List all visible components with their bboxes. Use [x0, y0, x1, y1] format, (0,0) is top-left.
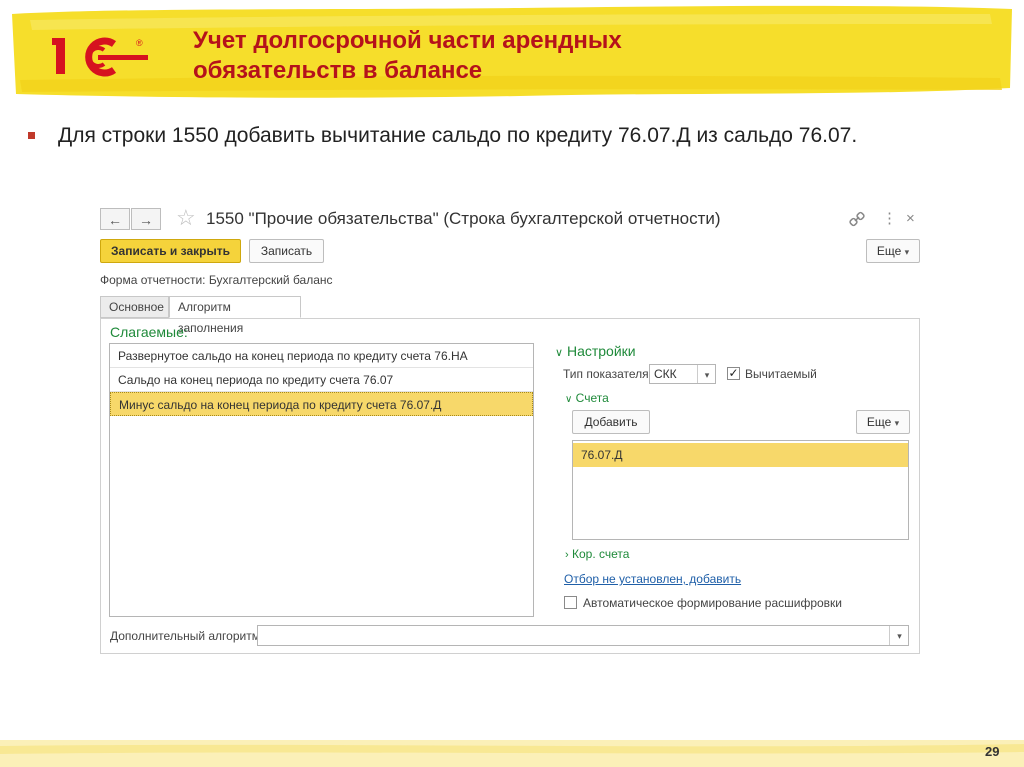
settings-heading: Настройки: [566, 343, 636, 359]
logo-registered-mark: ®: [136, 38, 143, 48]
favorite-star-icon[interactable]: ☆: [176, 206, 196, 230]
chevron-down-icon: ∨: [555, 347, 564, 359]
terms-row-selected[interactable]: Минус сальдо на конец периода по кредиту…: [110, 392, 533, 416]
checkmark-icon: ✓: [728, 366, 739, 380]
slide-title: Учет долгосрочной части арендных обязате…: [193, 26, 622, 86]
link-icon[interactable]: [849, 211, 865, 227]
footer-band: [0, 740, 1024, 767]
auto-decode-checkbox[interactable]: [564, 596, 577, 609]
window-title: 1550 "Прочие обязательства" (Строка бухг…: [206, 209, 721, 228]
additional-algorithm-label: Дополнительный алгоритм:: [110, 629, 264, 643]
terms-heading: Слагаемые:: [110, 324, 188, 340]
save-button[interactable]: Записать: [249, 239, 324, 263]
report-form-label: Форма отчетности:: [100, 273, 206, 287]
dropdown-chevron-icon[interactable]: ▾: [697, 365, 716, 383]
add-account-button[interactable]: Добавить: [572, 410, 650, 434]
slide-title-line1: Учет долгосрочной части арендных: [193, 27, 622, 54]
subtract-checkbox[interactable]: ✓: [727, 367, 740, 380]
report-form-field: Форма отчетности: Бухгалтерский баланс: [100, 272, 333, 288]
tab-fill-algorithm[interactable]: Алгоритм заполнения: [169, 296, 301, 335]
forward-button[interactable]: →: [131, 208, 161, 230]
chevron-down-icon: ∨: [565, 394, 573, 405]
settings-group[interactable]: ∨ Настройки: [555, 343, 636, 359]
chevron-down-icon: ▾: [904, 247, 910, 257]
chevron-down-icon: ▾: [894, 418, 900, 428]
terms-row[interactable]: Развернутое сальдо на конец периода по к…: [110, 344, 533, 368]
page-number: 29: [985, 744, 1000, 759]
auto-decode-label: Автоматическое формирование расшифровки: [583, 596, 843, 610]
forward-arrow-icon: →: [139, 212, 153, 228]
tab-main[interactable]: Основное: [100, 296, 169, 318]
bullet-marker: [28, 132, 35, 139]
close-icon[interactable]: ×: [906, 210, 915, 228]
report-form-value: Бухгалтерский баланс: [208, 273, 333, 287]
back-button[interactable]: ←: [100, 208, 130, 230]
account-row-selected[interactable]: 76.07.Д: [573, 443, 908, 467]
terms-row[interactable]: Сальдо на конец периода по кредиту счета…: [110, 368, 533, 392]
corr-accounts-group[interactable]: › Кор. счета: [565, 547, 629, 561]
subtract-label: Вычитаемый: [745, 367, 817, 381]
slide-title-line2: обязательств в балансе: [193, 57, 483, 84]
accounts-more-button[interactable]: Еще ▾: [856, 410, 910, 434]
accounts-group[interactable]: ∨ Счета: [565, 391, 609, 405]
more-vertical-icon[interactable]: ⋮: [882, 210, 897, 228]
toolbar-more-button[interactable]: Еще ▾: [866, 239, 920, 263]
1c-logo: ®: [52, 37, 148, 77]
additional-algorithm-input[interactable]: [257, 625, 909, 646]
back-arrow-icon: ←: [108, 212, 122, 228]
bullet-text: Для строки 1550 добавить вычитание сальд…: [58, 124, 858, 147]
corr-accounts-heading: Кор. счета: [572, 547, 630, 561]
chevron-right-icon: ›: [565, 549, 569, 561]
dropdown-chevron-icon[interactable]: ▾: [889, 626, 909, 645]
indicator-type-label: Тип показателя:: [563, 367, 652, 381]
save-and-close-button[interactable]: Записать и закрыть: [100, 239, 241, 263]
filter-add-link[interactable]: Отбор не установлен, добавить: [564, 571, 741, 587]
indicator-type-value: СКК: [654, 367, 677, 381]
accounts-heading: Счета: [575, 391, 609, 405]
